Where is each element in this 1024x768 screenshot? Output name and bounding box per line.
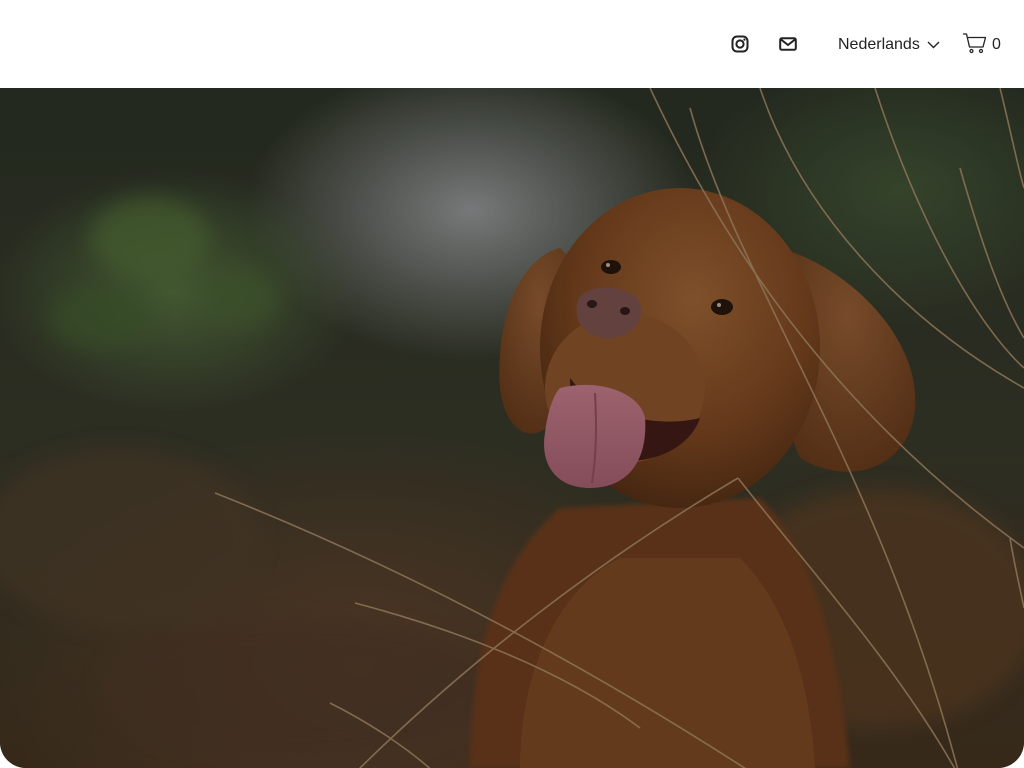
mail-icon[interactable] — [776, 32, 800, 56]
language-label: Nederlands — [838, 36, 920, 53]
chevron-down-icon — [927, 36, 940, 54]
instagram-icon[interactable] — [728, 32, 752, 56]
language-selector[interactable]: Nederlands — [838, 33, 940, 57]
cart-count: 0 — [992, 36, 1001, 53]
cart-button[interactable]: 0 — [962, 32, 1001, 58]
hero-image — [0, 88, 1024, 768]
cart-icon — [962, 32, 987, 59]
dog-photo — [0, 88, 1024, 768]
site-header: Nederlands 0 — [0, 0, 1024, 88]
